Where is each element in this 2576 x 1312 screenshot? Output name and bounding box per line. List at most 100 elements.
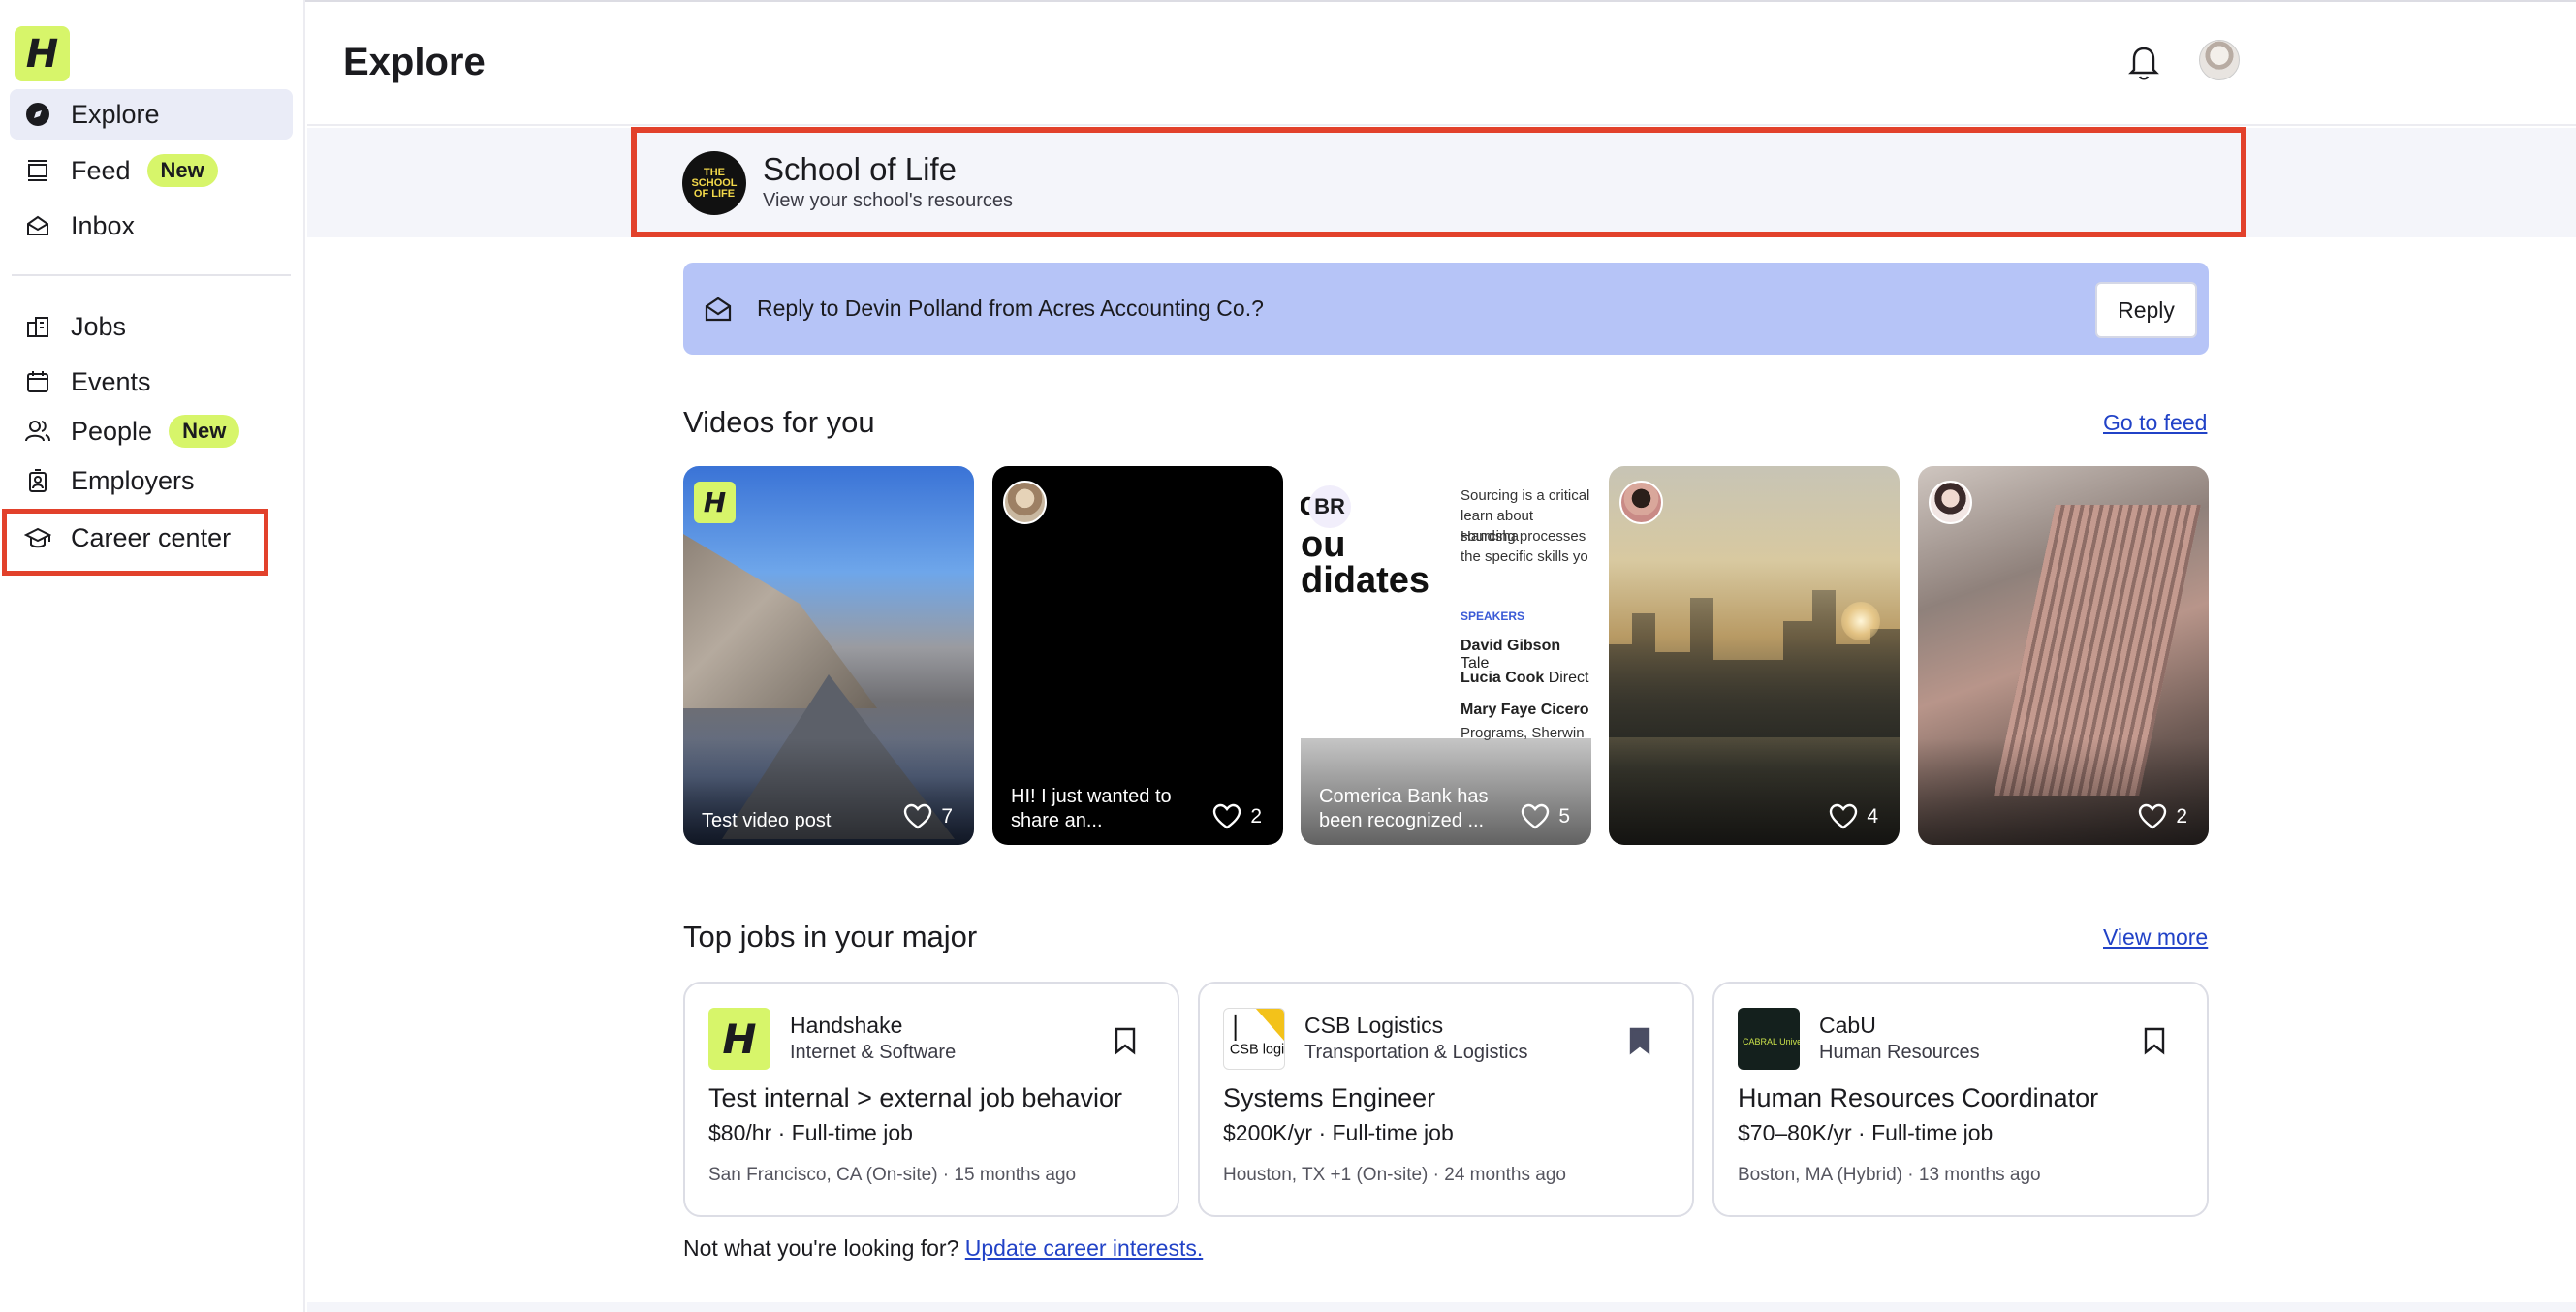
logo-letter: H <box>25 31 59 77</box>
csb-logo-text: CSB logistics <box>1230 1043 1284 1058</box>
job-pay: $200K/yr · Full-time job <box>1223 1120 1454 1145</box>
video-likes[interactable]: 2 <box>2138 803 2187 830</box>
handshake-logo[interactable]: H <box>15 26 70 81</box>
sidebar-item-label: Explore <box>71 99 160 129</box>
bell-icon[interactable] <box>2126 43 2161 81</box>
video-likes[interactable]: 4 <box>1829 803 1878 830</box>
video-card[interactable]: 4 <box>1609 466 1900 845</box>
go-to-feed-link[interactable]: Go to feed <box>2103 410 2207 436</box>
compass-icon <box>23 100 52 129</box>
company-name: CSB Logistics <box>1304 1013 1444 1038</box>
video-likes[interactable]: 2 <box>1212 803 1262 830</box>
sidebar-item-events[interactable]: Events <box>10 357 293 407</box>
job-title: Human Resources Coordinator <box>1738 1083 2099 1112</box>
sidebar-item-inbox[interactable]: Inbox <box>10 201 293 251</box>
school-banner-highlight <box>631 127 2246 237</box>
sidebar-item-feed[interactable]: Feed New <box>10 145 293 196</box>
videos-section-title: Videos for you <box>683 405 875 439</box>
career-center-highlight <box>2 509 268 576</box>
creator-avatar <box>1929 481 1972 524</box>
bookmark-icon[interactable] <box>2143 1026 2166 1055</box>
speaker-name: David Gibson <box>1461 638 1561 654</box>
like-count: 5 <box>1558 805 1570 828</box>
video-slide-text: Sourcing is a critical <box>1461 487 1590 504</box>
bottom-band <box>307 1302 2576 1312</box>
job-card[interactable]: CSB logistics CSB Logistics Transportati… <box>1198 982 1694 1217</box>
speaker-name: Mary Faye Cicero <box>1461 702 1589 718</box>
sidebar-item-explore[interactable]: Explore <box>10 89 293 140</box>
like-count: 7 <box>941 805 953 828</box>
sidebar-item-jobs[interactable]: Jobs <box>10 301 293 352</box>
speaker-name: Lucia Cook <box>1461 670 1545 686</box>
job-card[interactable]: H Handshake Internet & Software Test int… <box>683 982 1179 1217</box>
like-count: 4 <box>1867 805 1878 828</box>
reply-banner-text: Reply to Devin Polland from Acres Accoun… <box>757 296 1264 321</box>
video-slide-speaker: David Gibson Tale <box>1461 638 1591 672</box>
video-slide-text: didates <box>1301 560 1430 601</box>
bookmark-icon[interactable] <box>1114 1026 1137 1055</box>
creator-avatar <box>1003 481 1047 524</box>
reply-button[interactable]: Reply <box>2095 282 2197 338</box>
company-name: CabU <box>1819 1013 1876 1038</box>
inbox-icon <box>23 211 52 240</box>
sidebar-item-label: Inbox <box>71 210 136 240</box>
sidebar-item-label: Feed <box>71 155 131 185</box>
sidebar-item-label: Events <box>71 366 151 396</box>
creator-avatar <box>1619 481 1663 524</box>
video-card[interactable]: c BR ou didates Sourcing is a critical l… <box>1301 466 1591 845</box>
sidebar-item-employers[interactable]: Employers <box>10 455 293 506</box>
company-industry: Transportation & Logistics <box>1304 1042 1528 1063</box>
career-interests-note: Not what you're looking for? Update care… <box>683 1235 1203 1262</box>
company-name: Handshake <box>790 1013 903 1038</box>
video-card[interactable]: 2 <box>1918 466 2209 845</box>
video-caption: Comerica Bank has been recognized ... <box>1319 786 1489 831</box>
heart-icon <box>1522 803 1550 829</box>
envelope-open-icon <box>705 297 732 322</box>
calendar-icon <box>23 367 52 396</box>
video-card[interactable]: HI! I just wanted to share an... 2 <box>992 466 1283 845</box>
job-title: Systems Engineer <box>1223 1083 1436 1112</box>
video-slide-text: the specific skills yo <box>1461 548 1588 565</box>
new-badge: New <box>169 415 240 448</box>
cabu-logo-text: CABRAL University Employment <box>1743 1037 1800 1046</box>
sidebar: H Explore Feed New Inbox Jobs Events Peo… <box>0 0 305 1312</box>
job-pay: $70–80K/yr · Full-time job <box>1738 1120 1994 1145</box>
like-count: 2 <box>2176 805 2187 828</box>
company-logo: CABRAL University Employment <box>1738 1008 1800 1070</box>
user-avatar[interactable] <box>2199 40 2240 80</box>
page-title: Explore <box>343 41 486 83</box>
company-industry: Internet & Software <box>790 1042 957 1063</box>
video-slide-text: sourcing processes <box>1461 528 1586 545</box>
job-pay: $80/hr · Full-time job <box>708 1120 913 1145</box>
briefcase-icon <box>23 312 52 341</box>
jobs-section-title: Top jobs in your major <box>683 920 978 953</box>
job-card[interactable]: CABRAL University Employment CabU Human … <box>1712 982 2209 1217</box>
sidebar-item-label: Employers <box>71 465 195 495</box>
video-thumbnail-sun <box>1841 602 1880 640</box>
building-icon <box>23 466 52 495</box>
heart-icon <box>1213 803 1241 829</box>
company-industry: Human Resources <box>1819 1042 1980 1063</box>
bookmark-filled-icon[interactable] <box>1628 1026 1651 1055</box>
company-logo: CSB logistics <box>1223 1008 1285 1070</box>
company-logo: H <box>708 1008 770 1070</box>
job-meta: Houston, TX +1 (On-site) · 24 months ago <box>1223 1165 1566 1185</box>
new-badge: New <box>146 154 218 187</box>
video-caption: Test video post <box>702 810 832 831</box>
video-likes[interactable]: 7 <box>903 803 953 830</box>
video-likes[interactable]: 5 <box>1521 803 1570 830</box>
update-career-interests-link[interactable]: Update career interests. <box>965 1235 1203 1261</box>
video-slide-speaker: Lucia Cook Direct <box>1461 670 1588 687</box>
video-slide-speaker: Mary Faye Cicero <box>1461 702 1589 719</box>
heart-icon <box>2139 803 2167 829</box>
speaker-role: Direct <box>1548 670 1589 686</box>
video-slide-text: SPEAKERS <box>1461 609 1525 623</box>
video-card[interactable]: H Test video post 7 <box>683 466 974 845</box>
creator-badge: BR <box>1308 485 1351 528</box>
sidebar-item-label: Jobs <box>71 311 127 341</box>
view-more-link[interactable]: View more <box>2103 924 2208 951</box>
sidebar-item-people[interactable]: People New <box>10 406 293 456</box>
like-count: 2 <box>1250 805 1262 828</box>
people-icon <box>23 417 52 446</box>
video-caption: HI! I just wanted to share an... <box>1011 786 1172 831</box>
